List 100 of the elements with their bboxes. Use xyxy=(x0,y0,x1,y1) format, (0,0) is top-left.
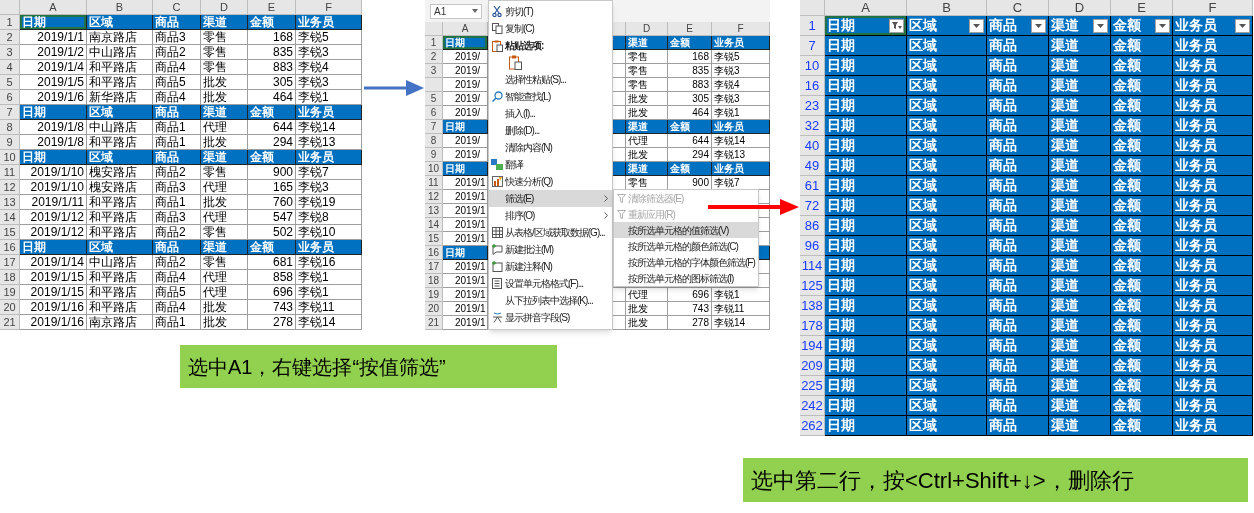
column-header[interactable]: D xyxy=(626,22,668,36)
column-header[interactable]: A xyxy=(443,22,488,36)
row-header[interactable]: 6 xyxy=(425,106,443,120)
row-header[interactable]: 178 xyxy=(800,316,825,336)
row-header[interactable]: 262 xyxy=(800,416,825,436)
row-header[interactable]: 8 xyxy=(425,134,443,148)
row-header[interactable]: 4 xyxy=(0,60,20,75)
row-header[interactable]: 114 xyxy=(800,256,825,276)
row-header[interactable]: 23 xyxy=(800,96,825,116)
row-header[interactable]: 10 xyxy=(0,150,20,165)
column-header[interactable]: F xyxy=(1173,0,1253,16)
row-header[interactable]: 32 xyxy=(800,116,825,136)
row-header[interactable]: 11 xyxy=(425,176,443,190)
row-header[interactable]: 7 xyxy=(425,120,443,134)
name-box[interactable]: A1 xyxy=(430,3,482,19)
row-header[interactable]: 7 xyxy=(800,36,825,56)
row-header[interactable]: 13 xyxy=(425,204,443,218)
row-header[interactable]: 125 xyxy=(800,276,825,296)
paste-option-button[interactable] xyxy=(507,54,523,71)
row-header[interactable]: 49 xyxy=(800,156,825,176)
menu-item[interactable]: 从表格/区域获取数据(G)... xyxy=(489,224,612,241)
row-header[interactable]: 15 xyxy=(425,232,443,246)
row-header[interactable]: 17 xyxy=(425,260,443,274)
menu-item[interactable]: 按所选单元格的字体颜色筛选(F) xyxy=(614,254,758,270)
row-header[interactable]: 242 xyxy=(800,396,825,416)
row-header[interactable]: 17 xyxy=(0,255,20,270)
menu-item[interactable]: 按所选单元格的图标筛选(I) xyxy=(614,270,758,286)
menu-item[interactable]: 复制(C) xyxy=(489,20,612,37)
row-header[interactable]: 5 xyxy=(425,92,443,106)
row-header[interactable]: 16 xyxy=(800,76,825,96)
row-header[interactable]: 1 xyxy=(800,16,825,36)
row-header[interactable]: 10 xyxy=(800,56,825,76)
row-header[interactable]: 16 xyxy=(0,240,20,255)
row-header[interactable]: 8 xyxy=(0,120,20,135)
column-header[interactable]: B xyxy=(87,0,153,15)
menu-item[interactable]: 智能查找(L) xyxy=(489,88,612,105)
row-header[interactable]: 19 xyxy=(0,285,20,300)
row-header[interactable]: 20 xyxy=(425,302,443,316)
row-header[interactable]: 3 xyxy=(0,45,20,60)
filter-dropdown-button[interactable] xyxy=(1235,18,1250,33)
menu-item[interactable]: 快速分析(Q) xyxy=(489,173,612,190)
row-header[interactable]: 14 xyxy=(0,210,20,225)
menu-item[interactable]: 筛选(E) xyxy=(489,190,612,207)
menu-item[interactable]: 按所选单元格的颜色筛选(C) xyxy=(614,238,758,254)
row-header[interactable]: 2 xyxy=(0,30,20,45)
row-header[interactable]: 194 xyxy=(800,336,825,356)
column-header[interactable]: B xyxy=(907,0,987,16)
row-header[interactable]: 13 xyxy=(0,195,20,210)
row-header[interactable]: 6 xyxy=(0,90,20,105)
menu-item[interactable]: 新建批注(M) xyxy=(489,241,612,258)
row-header[interactable]: 209 xyxy=(800,356,825,376)
row-header[interactable]: 9 xyxy=(0,135,20,150)
row-header[interactable]: 18 xyxy=(425,274,443,288)
row-header[interactable]: 3 xyxy=(425,64,443,78)
menu-item[interactable]: 删除(D)... xyxy=(489,122,612,139)
column-header[interactable]: E xyxy=(248,0,296,15)
row-header[interactable]: 19 xyxy=(425,288,443,302)
row-header[interactable]: 20 xyxy=(0,300,20,315)
column-header[interactable]: A xyxy=(825,0,907,16)
row-header[interactable]: 225 xyxy=(800,376,825,396)
row-header[interactable]: 2 xyxy=(425,50,443,64)
row-header[interactable]: 14 xyxy=(425,218,443,232)
row-header[interactable]: 12 xyxy=(0,180,20,195)
menu-item[interactable]: 从下拉列表中选择(K)... xyxy=(489,292,612,309)
row-header[interactable]: 18 xyxy=(0,270,20,285)
row-header[interactable]: 1 xyxy=(425,36,443,50)
column-header[interactable]: E xyxy=(668,22,712,36)
row-header[interactable]: 11 xyxy=(0,165,20,180)
column-header[interactable]: F xyxy=(712,22,770,36)
row-header[interactable]: 9 xyxy=(425,148,443,162)
row-header[interactable]: 72 xyxy=(800,196,825,216)
menu-item[interactable]: 排序(O) xyxy=(489,207,612,224)
row-header[interactable]: 21 xyxy=(0,315,20,330)
menu-item[interactable]: 翻译 xyxy=(489,156,612,173)
row-header[interactable]: 138 xyxy=(800,296,825,316)
column-header[interactable]: D xyxy=(201,0,248,15)
column-header[interactable]: E xyxy=(1111,0,1173,16)
filter-applied-button[interactable] xyxy=(889,18,904,33)
filter-dropdown-button[interactable] xyxy=(1031,18,1046,33)
menu-item[interactable]: 选择性粘贴(S)... xyxy=(489,71,612,88)
row-header[interactable]: 7 xyxy=(0,105,20,120)
menu-item[interactable]: 新建注释(N) xyxy=(489,258,612,275)
column-header[interactable]: F xyxy=(296,0,362,15)
menu-item[interactable]: 显示拼音字段(S) xyxy=(489,309,612,326)
column-header[interactable]: C xyxy=(987,0,1049,16)
row-header[interactable]: 5 xyxy=(0,75,20,90)
row-header[interactable]: 86 xyxy=(800,216,825,236)
menu-item[interactable]: 插入(I)... xyxy=(489,105,612,122)
row-header[interactable]: 16 xyxy=(425,246,443,260)
row-header[interactable]: 15 xyxy=(0,225,20,240)
menu-item[interactable]: 按所选单元格的值筛选(V) xyxy=(614,222,758,238)
row-header[interactable]: 61 xyxy=(800,176,825,196)
column-header[interactable]: D xyxy=(1049,0,1111,16)
row-header[interactable]: 21 xyxy=(425,316,443,330)
filter-dropdown-button[interactable] xyxy=(1093,18,1108,33)
row-header[interactable]: 1 xyxy=(0,15,20,30)
menu-item[interactable]: 清除内容(N) xyxy=(489,139,612,156)
row-header[interactable]: 96 xyxy=(800,236,825,256)
column-header[interactable]: C xyxy=(153,0,201,15)
column-header[interactable]: A xyxy=(20,0,87,15)
